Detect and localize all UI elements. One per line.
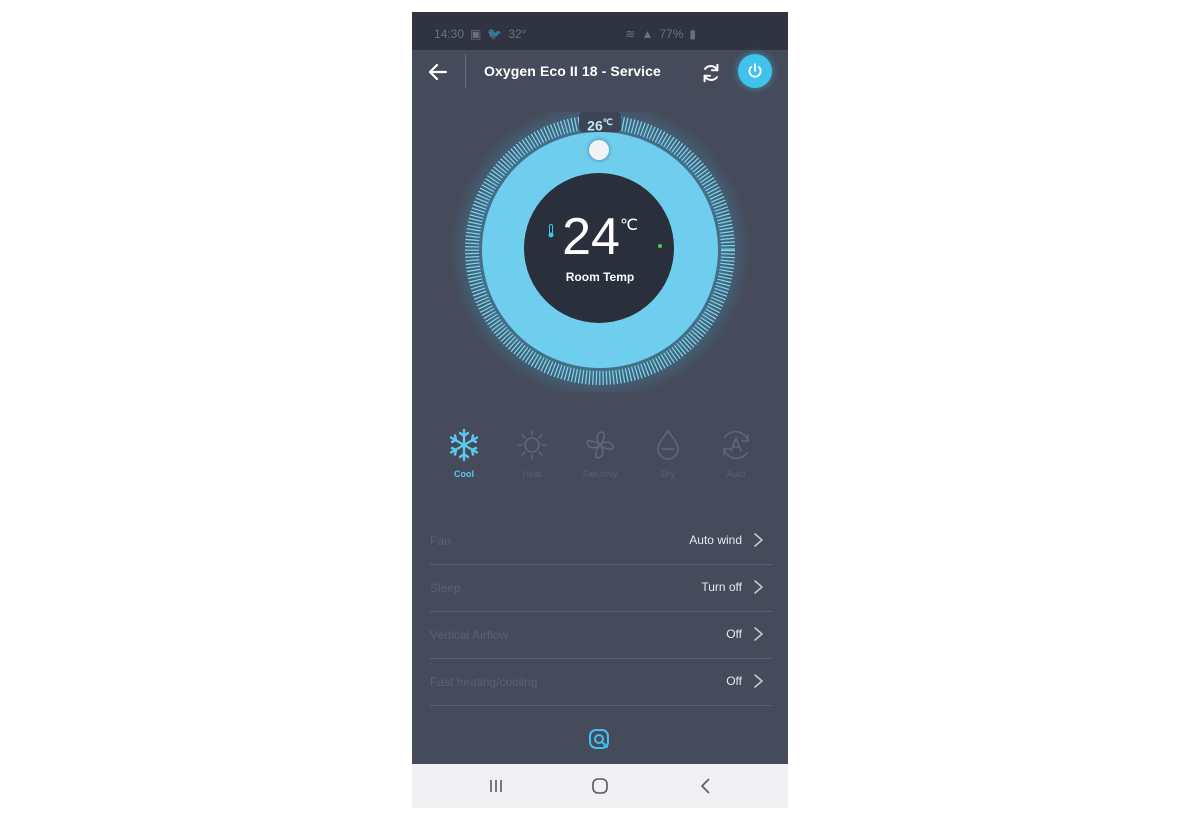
power-icon (748, 63, 762, 78)
mode-label: Fan only (582, 469, 618, 479)
setpoint-temperature: 26℃ (579, 112, 621, 134)
mode-label: Auto (726, 469, 746, 479)
setting-label: Sleep (430, 581, 461, 595)
mode-label: Heat (522, 469, 542, 479)
settings-list: Fan Auto wind Sleep Turn off Vertical Ai… (430, 518, 772, 706)
chevron-right-icon (754, 674, 763, 688)
chevron-right-icon (754, 627, 763, 641)
chevron-right-icon (754, 533, 763, 547)
back-nav-icon[interactable] (696, 776, 716, 796)
recent-apps-icon[interactable] (486, 776, 506, 796)
twitter-icon: 🐦 (487, 27, 503, 41)
wifi-icon: ≋ (625, 27, 636, 41)
mode-label: Dry (661, 469, 675, 479)
auto-icon (723, 430, 749, 460)
sun-icon (517, 430, 547, 460)
dial-knob[interactable] (589, 140, 609, 160)
signal-icon: ▲ (641, 27, 654, 41)
setting-value: Off (726, 627, 742, 641)
back-arrow-icon[interactable] (426, 60, 450, 84)
status-left: 14:30 ▣ 🐦 32° (434, 27, 526, 41)
setpoint-unit: ℃ (602, 117, 613, 127)
refresh-icon[interactable] (700, 62, 722, 84)
snowflake-icon (449, 428, 479, 462)
status-right: ≋ ▲ 77% ▮ (625, 27, 696, 41)
setting-sleep[interactable]: Sleep Turn off (430, 565, 772, 612)
mode-selector: Cool Heat Fan only Dry Auto (412, 427, 788, 497)
droplet-icon (657, 429, 679, 460)
room-temp-value: 24 (562, 208, 620, 266)
status-temp: 32° (508, 27, 527, 41)
mode-label: Cool (454, 469, 474, 479)
mode-cool[interactable]: Cool (430, 427, 498, 497)
mode-dry[interactable]: Dry (634, 427, 702, 497)
mode-fan-only[interactable]: Fan only (566, 427, 634, 497)
room-temp-label: Room Temp (565, 270, 635, 284)
mode-heat[interactable]: Heat (498, 427, 566, 497)
gallery-icon: ▣ (470, 27, 482, 41)
setting-value: Turn off (701, 580, 742, 594)
page-title: Oxygen Eco II 18 - Service (484, 63, 661, 79)
setting-value: Off (726, 674, 742, 688)
setting-label: Fan (430, 534, 451, 548)
more-functions-icon[interactable] (588, 728, 610, 750)
setting-label: Vertical Airflow (430, 628, 509, 642)
room-temp-unit: ℃ (619, 217, 638, 234)
battery-icon: ▮ (689, 27, 696, 41)
mode-auto[interactable]: Auto (702, 427, 770, 497)
status-battery: 77% (659, 27, 684, 41)
status-time: 14:30 (434, 27, 465, 41)
home-icon[interactable] (590, 776, 610, 796)
fan-icon (586, 431, 614, 459)
setting-fan[interactable]: Fan Auto wind (430, 518, 772, 565)
android-nav-bar (412, 764, 788, 808)
status-dot (658, 244, 662, 248)
phone-screen: 14:30 ▣ 🐦 32° ≋ ▲ 77% ▮ Oxygen Eco II 18… (412, 12, 788, 808)
setting-fast-heating-cooling[interactable]: Fast heating/cooling Off (430, 659, 772, 706)
header-divider (465, 54, 466, 88)
room-temperature: 24℃ (412, 207, 788, 267)
power-button[interactable] (738, 54, 772, 88)
setpoint-value: 26 (587, 117, 603, 134)
app-header: Oxygen Eco II 18 - Service (412, 42, 788, 92)
setting-vertical-airflow[interactable]: Vertical Airflow Off (430, 612, 772, 659)
chevron-right-icon (754, 580, 763, 594)
setting-label: Fast heating/cooling (430, 675, 538, 689)
setting-value: Auto wind (689, 533, 742, 547)
